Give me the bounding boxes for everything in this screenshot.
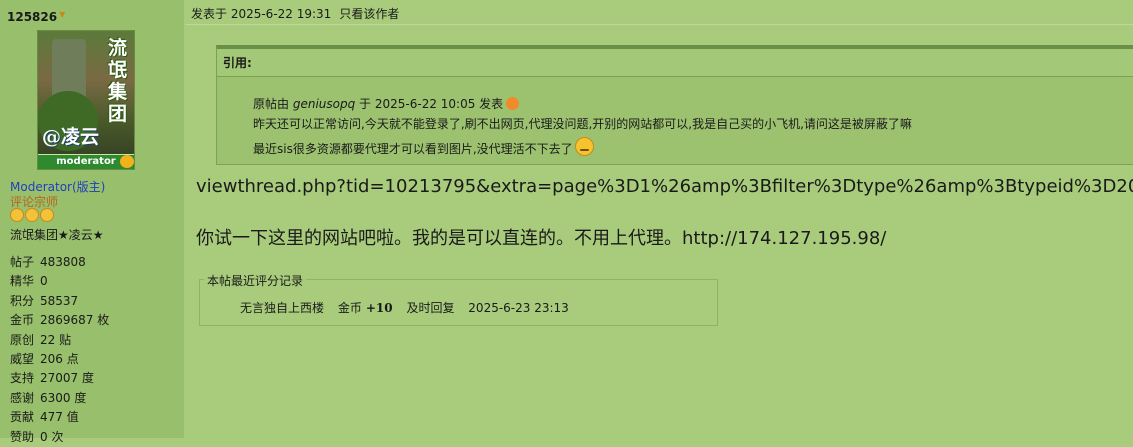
- post-reply-text: 你试一下这里的网站吧啦。我的是可以直连的。不用上代理。http://174.12…: [196, 228, 887, 249]
- rating-row: 无言独自上西楼 金币 +10 及时回复 2025-6-23 23:13: [240, 299, 579, 316]
- quote-label: 引用:: [217, 49, 1133, 77]
- stat-row: 感谢 6300 度: [10, 389, 109, 408]
- group-name: 流氓集团★凌云★: [10, 228, 104, 242]
- quote-origin-prefix: 原帖由: [253, 97, 290, 111]
- stat-row: 贡献 477 值: [10, 408, 109, 427]
- stat-row: 精华 0: [10, 272, 109, 291]
- quote-text: 最近sis很多资源都要代理才可以看到图片,没代理活不下去了: [253, 142, 573, 156]
- rating-legend[interactable]: 本帖最近评分记录: [204, 272, 307, 289]
- stat-label: 贡献: [10, 410, 35, 425]
- medals: [10, 208, 54, 222]
- author-name-text[interactable]: 125826: [7, 10, 57, 24]
- stat-value: 206 点: [40, 351, 79, 366]
- stat-value: 2869687 枚: [40, 313, 110, 328]
- avatar-signature: @凌云: [42, 126, 100, 148]
- chevron-down-icon[interactable]: ▼: [59, 10, 65, 19]
- rating-score: +10: [365, 301, 393, 315]
- stat-value: 22 贴: [40, 332, 72, 347]
- quote-origin-author[interactable]: geniusopq: [293, 97, 355, 111]
- post-meta: 发表于 2025-6-22 19:31 只看该作者: [191, 5, 399, 22]
- rating-record-box: 本帖最近评分记录 无言独自上西楼 金币 +10 及时回复 2025-6-23 23…: [199, 272, 718, 326]
- post-body: 发表于 2025-6-22 19:31 只看该作者 引用: 原帖由 geniuso…: [185, 0, 1133, 438]
- goto-post-icon[interactable]: [506, 97, 520, 110]
- rating-time: 2025-6-23 23:13: [468, 301, 569, 315]
- stat-row: 支持 27007 度: [10, 369, 109, 388]
- divider: [185, 24, 1133, 25]
- quote-text-line: 昨天还可以正常访问,今天就不能登录了,刷不出网页,代理没问题,开别的网站都可以,…: [253, 117, 912, 131]
- quote-text-line: 最近sis很多资源都要代理才可以看到图片,没代理活不下去了: [253, 137, 594, 157]
- star-icon: [120, 155, 134, 168]
- stat-row: 威望 206 点: [10, 350, 109, 369]
- stat-label: 支持: [10, 371, 35, 386]
- stat-label: 帖子: [10, 255, 35, 269]
- stat-value: 0: [40, 274, 48, 289]
- stat-label: 感谢: [10, 390, 35, 405]
- stat-row: 赞助 0 次: [10, 428, 109, 447]
- stat-row: 帖子 483808: [10, 253, 109, 272]
- stat-value: 58537: [40, 293, 79, 308]
- post-url-text: viewthread.php?tid=10213795&extra=page%3…: [196, 176, 1133, 197]
- stat-label: 赞助: [10, 429, 35, 444]
- stat-label: 精华: [10, 274, 35, 289]
- stat-label: 金币: [10, 313, 35, 328]
- stat-value: 477 值: [40, 410, 79, 425]
- quote-origin-suffix: 于 2025-6-22 10:05 发表: [359, 97, 504, 111]
- stat-row: 金币 2869687 枚: [10, 311, 109, 330]
- stat-row: 原创 22 贴: [10, 331, 109, 350]
- rating-field: 金币: [337, 301, 362, 315]
- sun-medal-icon: [10, 208, 24, 222]
- quote-origin: 原帖由 geniusopq 于 2025-6-22 10:05 发表: [253, 95, 520, 112]
- stat-row: 积分 58537: [10, 292, 109, 311]
- moon-medal-icon: [25, 208, 39, 222]
- only-author-link[interactable]: 只看该作者: [339, 7, 399, 21]
- rater-name[interactable]: 无言独自上西楼: [240, 301, 324, 315]
- annoyed-smiley-icon: [574, 137, 594, 156]
- author-name[interactable]: 125826 ▼: [7, 10, 65, 24]
- avatar-vertical-text: 流氓集团: [108, 37, 128, 125]
- stat-value: 6300 度: [40, 390, 87, 405]
- stat-label: 积分: [10, 293, 35, 308]
- stat-value: 0 次: [40, 429, 64, 444]
- stat-label: 原创: [10, 332, 35, 347]
- stat-value: 27007 度: [40, 371, 94, 386]
- author-sidebar: 125826 ▼ 流氓集团 @凌云 moderator Moderator(版主)…: [0, 0, 184, 444]
- rating-reason: 及时回复: [406, 301, 455, 315]
- quote-block: 引用: 原帖由 geniusopq 于 2025-6-22 10:05 发表 昨…: [216, 45, 1133, 165]
- stat-value: 483808: [40, 255, 86, 269]
- avatar[interactable]: 流氓集团 @凌云 moderator: [37, 30, 135, 170]
- stat-label: 威望: [10, 351, 35, 366]
- author-stats: 帖子 483808 精华 0 积分 58537 金币 2869687 枚 原创 22 贴 …: [10, 253, 109, 447]
- post-timestamp: 发表于 2025-6-22 19:31: [191, 7, 332, 21]
- star-medal-icon: [40, 208, 54, 222]
